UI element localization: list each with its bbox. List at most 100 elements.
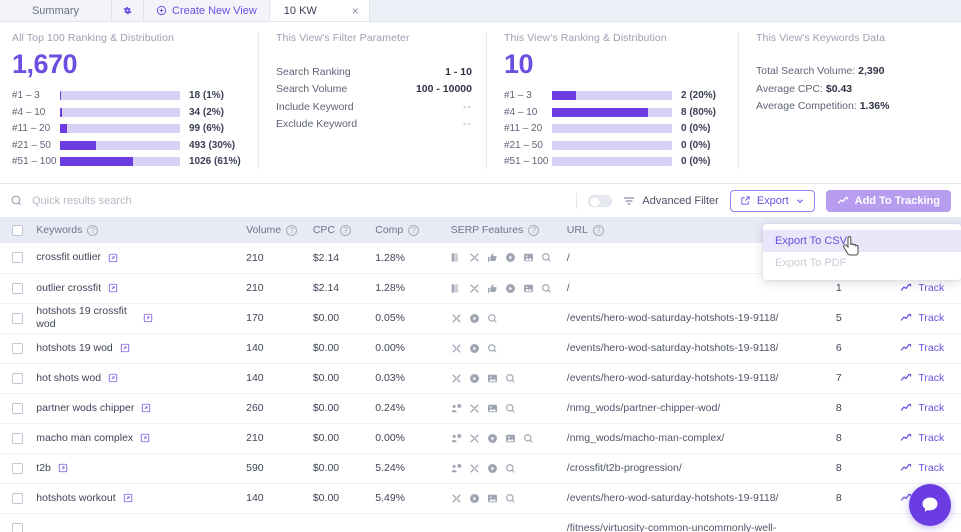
open-keyword-link-icon[interactable] — [120, 343, 130, 353]
video-icon — [469, 343, 480, 354]
help-icon[interactable]: ? — [592, 224, 604, 236]
table-row[interactable]: /fitness/virtuosity-common-uncommonly-we… — [0, 513, 961, 532]
row-checkbox[interactable] — [12, 492, 23, 504]
row-checkbox[interactable] — [12, 282, 23, 294]
keyword-text: hot shots wod — [36, 371, 102, 384]
th-serp-features[interactable]: SERP Features ? — [446, 217, 563, 243]
track-button[interactable]: Track — [900, 282, 957, 294]
row-select-cell[interactable] — [0, 303, 33, 334]
search-icon — [10, 194, 23, 207]
view-settings-button[interactable] — [112, 0, 144, 21]
track-button[interactable]: Track — [900, 462, 957, 474]
help-icon[interactable]: ? — [87, 224, 99, 236]
bars-icon — [451, 252, 462, 263]
filter-value: -- — [463, 100, 472, 113]
chat-widget-button[interactable] — [909, 484, 951, 526]
table-row[interactable]: hotshots 19 crossfit wod 170 $0.00 0.05% /ev… — [0, 303, 961, 334]
thumbs-up-icon — [487, 252, 498, 263]
open-keyword-link-icon[interactable] — [141, 403, 151, 413]
th-select-all[interactable] — [0, 217, 33, 243]
url-text: /nmg_wods/macho-man-complex/ — [566, 432, 725, 444]
close-icon[interactable]: × — [334, 4, 359, 18]
track-cell[interactable]: Track — [896, 303, 961, 334]
open-keyword-link-icon[interactable] — [108, 253, 118, 263]
search-icon — [541, 252, 552, 263]
table-row[interactable]: hot shots wod 140 $0.00 0.03% /events/hero-w… — [0, 363, 961, 394]
row-select-cell[interactable] — [0, 483, 33, 514]
th-volume[interactable]: Volume ? — [242, 217, 309, 243]
row-checkbox[interactable] — [12, 252, 23, 264]
keywords-stat-value: 1.36% — [859, 100, 890, 112]
table-row[interactable]: hotshots 19 wod 140 $0.00 0.00% /events/hero… — [0, 333, 961, 364]
tab-10kw[interactable]: 10 KW × — [269, 0, 370, 21]
tab-summary[interactable]: Summary — [0, 0, 112, 21]
table-row[interactable]: t2b 590 $0.00 5.24% /crossfit/t2b-progressio… — [0, 453, 961, 484]
panel-all-ranking: All Top 100 Ranking & Distribution 1,670… — [0, 22, 258, 183]
track-cell[interactable]: Track — [896, 423, 961, 454]
track-button[interactable]: Track — [900, 402, 957, 414]
image-icon — [505, 433, 516, 444]
th-cpc[interactable]: CPC ? — [308, 217, 372, 243]
export-button[interactable]: Export — [729, 189, 815, 212]
tab-bar: Summary Create New View 10 KW × — [0, 0, 961, 22]
track-button[interactable]: Track — [900, 432, 957, 444]
row-select-cell[interactable] — [0, 423, 33, 454]
advanced-filter-toggle[interactable] — [588, 194, 613, 207]
row-select-cell[interactable] — [0, 273, 33, 304]
open-keyword-link-icon[interactable] — [108, 283, 118, 293]
row-checkbox[interactable] — [12, 372, 23, 384]
th-keywords[interactable]: Keywords ? — [32, 217, 243, 243]
track-cell[interactable]: Track — [896, 363, 961, 394]
select-all-checkbox[interactable] — [12, 224, 23, 236]
track-button[interactable]: Track — [900, 342, 957, 354]
table-row[interactable]: hotshots workout 140 $0.00 5.49% /events/her… — [0, 483, 961, 514]
export-to-csv-item[interactable]: Export To CSV — [763, 230, 961, 252]
row-checkbox[interactable] — [12, 462, 23, 474]
open-keyword-link-icon[interactable] — [140, 433, 150, 443]
filter-row: Search Volume 100 - 10000 — [276, 81, 472, 99]
filter-key: Search Volume — [276, 83, 348, 96]
view-ranking-distribution: #1 – 3 2 (20%) #4 – 10 8 (80%) #11 – 20 … — [504, 88, 724, 171]
open-keyword-link-icon[interactable] — [108, 373, 118, 383]
search-icon — [523, 433, 534, 444]
row-select-cell[interactable] — [0, 453, 33, 484]
search-input[interactable] — [32, 194, 312, 207]
advanced-filter-button[interactable]: Advanced Filter — [623, 195, 719, 207]
row-select-cell[interactable] — [0, 393, 33, 424]
keywords-stat-label: Average Competition: — [756, 100, 857, 112]
help-icon[interactable]: ? — [286, 224, 298, 236]
help-icon[interactable]: ? — [528, 224, 540, 236]
row-checkbox[interactable] — [12, 342, 23, 354]
row-select-cell[interactable] — [0, 363, 33, 394]
tab-bar-filler — [369, 0, 961, 21]
thumbs-up-icon — [487, 283, 498, 294]
track-cell[interactable]: Track — [896, 333, 961, 364]
row-checkbox[interactable] — [12, 312, 23, 324]
row-select-cell[interactable] — [0, 513, 33, 532]
table-row[interactable]: macho man complex 210 $0.00 0.00% /nmg_wods/… — [0, 423, 961, 454]
th-comp[interactable]: Comp ? — [371, 217, 447, 243]
distribution-row: #21 – 50 0 (0%) — [504, 137, 724, 154]
keyword-cell: hot shots wod — [32, 363, 243, 394]
help-icon[interactable]: ? — [408, 224, 420, 236]
keyword-cell: macho man complex — [32, 423, 243, 454]
row-checkbox[interactable] — [12, 432, 23, 444]
add-to-tracking-button[interactable]: Add To Tracking — [825, 189, 951, 212]
cpc-cell: $0.00 — [308, 393, 372, 424]
table-row[interactable]: partner wods chipper 260 $0.00 0.24% /nmg_wo… — [0, 393, 961, 424]
row-select-cell[interactable] — [0, 333, 33, 364]
track-button[interactable]: Track — [900, 312, 957, 324]
track-button[interactable]: Track — [900, 372, 957, 384]
track-cell[interactable]: Track — [896, 393, 961, 424]
row-checkbox[interactable] — [12, 402, 23, 414]
video-icon — [487, 433, 498, 444]
create-new-view-button[interactable]: Create New View — [144, 0, 270, 21]
row-checkbox[interactable] — [12, 522, 23, 532]
open-keyword-link-icon[interactable] — [143, 313, 153, 323]
search-icon — [541, 283, 552, 294]
row-select-cell[interactable] — [0, 243, 33, 274]
help-icon[interactable]: ? — [340, 224, 352, 236]
open-keyword-link-icon[interactable] — [123, 493, 133, 503]
track-cell[interactable]: Track — [896, 453, 961, 484]
open-keyword-link-icon[interactable] — [58, 463, 68, 473]
